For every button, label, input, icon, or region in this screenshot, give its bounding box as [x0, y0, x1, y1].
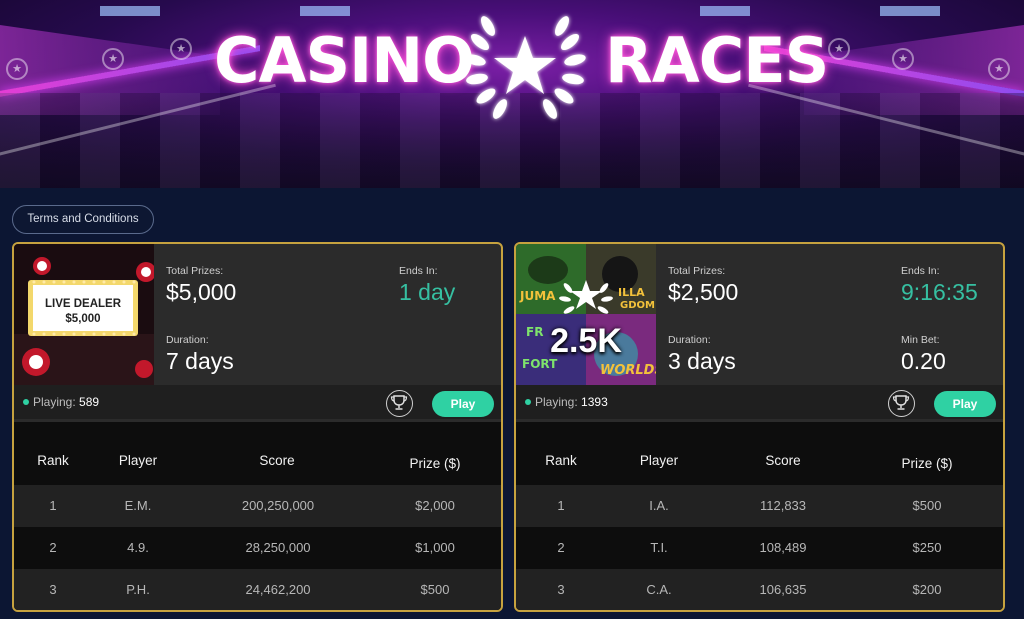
score-cell: 28,250,000: [245, 540, 311, 555]
rank-cell: 3: [557, 582, 565, 597]
game-tile-juma: JUMA: [519, 289, 556, 303]
prize-cell: $2,000: [415, 498, 455, 513]
total-prizes-value: $2,500: [668, 279, 739, 305]
total-prizes-value: $5,000: [166, 279, 237, 305]
game-tile-worlds: WORLDS: [600, 363, 656, 378]
table-row: 1 I.A. 112,833 $500: [516, 485, 1003, 527]
table-row: 2 T.I. 108,489 $250: [516, 527, 1003, 569]
score-cell: 200,250,000: [241, 498, 315, 513]
online-dot-icon: [525, 399, 531, 405]
playing-count: 589: [79, 395, 100, 409]
trophy-icon: [892, 395, 910, 410]
duration-label: Duration:: [166, 334, 209, 346]
trophy-icon: [390, 395, 408, 410]
status-bar: Playing: 589 Play: [14, 385, 501, 419]
thumb-title: LIVE DEALER: [44, 298, 122, 310]
hero-title-races: RACES: [605, 24, 829, 97]
playing-label: Playing:: [33, 395, 76, 409]
star-badge-icon: ★: [170, 38, 192, 60]
leaderboard-table: Rank Player Score Prize ($) 1 I.A. 112,8…: [516, 422, 1003, 610]
play-button[interactable]: Play: [934, 391, 996, 417]
hero-title-casino: CASINO: [214, 24, 475, 97]
score-cell: 106,635: [759, 582, 807, 597]
playing-indicator: Playing: 1393: [535, 395, 608, 409]
prize-cell: $500: [420, 582, 450, 597]
thumb-prize-text: 2.5K: [550, 322, 622, 360]
rank-cell: 1: [49, 498, 57, 513]
duration-label: Duration:: [668, 334, 711, 346]
ceiling-light: [880, 6, 940, 16]
star-badge-icon: ★: [828, 38, 850, 60]
status-bar: Playing: 1393 Play: [516, 385, 1003, 419]
column-header-rank: Rank: [545, 453, 577, 468]
rank-cell: 2: [557, 540, 565, 555]
total-prizes-label: Total Prizes:: [166, 265, 224, 277]
ceiling-light: [100, 6, 160, 16]
race-thumbnail[interactable]: JUMA ILLA GDOM FR FORT WORLDS 2.5K: [516, 244, 656, 385]
game-tile-kingdom: ILLA: [618, 286, 645, 299]
laurel-star-icon: [464, 16, 586, 119]
score-cell: 108,489: [759, 540, 807, 555]
playing-indicator: Playing: 589: [33, 395, 99, 409]
player-cell: P.H.: [126, 582, 150, 597]
column-header-player: Player: [118, 453, 158, 468]
player-cell: 4.9.: [127, 540, 149, 555]
table-row: 1 E.M. 200,250,000 $2,000: [14, 485, 501, 527]
min-bet-value: 0.20: [901, 348, 946, 374]
player-cell: I.A.: [649, 498, 669, 513]
prize-cell: $500: [912, 498, 942, 513]
ceiling-light: [700, 6, 750, 16]
rank-cell: 1: [557, 498, 565, 513]
player-cell: T.I.: [650, 540, 668, 555]
race-card-slots: JUMA ILLA GDOM FR FORT WORLDS 2.5K Total…: [514, 242, 1005, 612]
hero-banner: ★ ★ ★ ★ ★ ★ CASINO RACES: [0, 0, 1024, 188]
race-card-live-dealer: LIVE DEALER $5,000 Total Prizes: $5,000 …: [12, 242, 503, 612]
thumb-amount: $5,000: [65, 313, 101, 325]
prize-cell: $200: [912, 582, 942, 597]
column-header-player: Player: [639, 453, 679, 468]
min-bet-label: Min Bet:: [901, 334, 940, 346]
leaderboard-table: Rank Player Score Prize ($) 1 E.M. 200,2…: [14, 422, 501, 610]
game-tile-kingdom: GDOM: [620, 300, 655, 311]
rank-cell: 3: [49, 582, 57, 597]
column-header-prize: Prize ($): [901, 456, 953, 471]
star-badge-icon: ★: [892, 48, 914, 70]
total-prizes-label: Total Prizes:: [668, 265, 726, 277]
player-cell: C.A.: [646, 582, 672, 597]
player-cell: E.M.: [124, 498, 152, 513]
race-thumbnail[interactable]: LIVE DEALER $5,000: [14, 244, 154, 385]
column-header-rank: Rank: [37, 453, 69, 468]
duration-value: 3 days: [668, 348, 736, 374]
star-badge-icon: ★: [6, 58, 28, 80]
play-button[interactable]: Play: [432, 391, 494, 417]
table-row: 3 P.H. 24,462,200 $500: [14, 569, 501, 610]
score-cell: 112,833: [759, 498, 807, 513]
leaderboard-trophy-button[interactable]: [888, 390, 915, 417]
leaderboard-trophy-button[interactable]: [386, 390, 413, 417]
column-header-prize: Prize ($): [409, 456, 461, 471]
ends-in-value: 1 day: [399, 279, 456, 305]
prize-cell: $250: [912, 540, 942, 555]
leaderboard-header: Rank Player Score Prize ($): [516, 422, 1003, 485]
leaderboard-header: Rank Player Score Prize ($): [14, 422, 501, 485]
column-header-score: Score: [765, 453, 801, 468]
playing-count: 1393: [581, 395, 608, 409]
terms-and-conditions-button[interactable]: Terms and Conditions: [12, 205, 154, 234]
rank-cell: 2: [49, 540, 57, 555]
prize-cell: $1,000: [415, 540, 455, 555]
star-badge-icon: ★: [988, 58, 1010, 80]
ceiling-light: [300, 6, 350, 16]
online-dot-icon: [23, 399, 29, 405]
duration-value: 7 days: [166, 348, 234, 374]
star-badge-icon: ★: [102, 48, 124, 70]
table-row: 2 4.9. 28,250,000 $1,000: [14, 527, 501, 569]
ends-in-countdown: 9:16:35: [901, 279, 978, 305]
ends-in-label: Ends In:: [399, 265, 438, 277]
column-header-score: Score: [259, 453, 295, 468]
table-row: 3 C.A. 106,635 $200: [516, 569, 1003, 610]
score-cell: 24,462,200: [245, 582, 311, 597]
ends-in-label: Ends In:: [901, 265, 940, 277]
slot-games-collage-image: JUMA ILLA GDOM FR FORT WORLDS: [516, 244, 656, 385]
playing-label: Playing:: [535, 395, 578, 409]
